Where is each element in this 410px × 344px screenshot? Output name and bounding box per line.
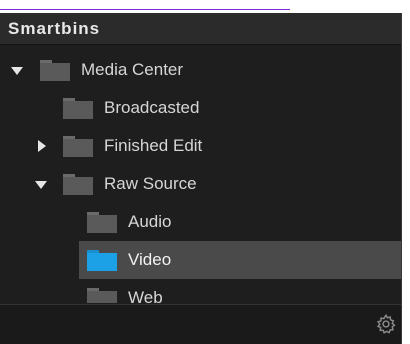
tree-item-broadcasted[interactable]: Broadcasted — [0, 89, 401, 127]
folder-icon — [87, 288, 117, 303]
panel-title: Smartbins — [8, 19, 101, 38]
tree-item-label: Finished Edit — [104, 136, 203, 155]
smartbins-panel: Smartbins Media Center Broadcasted Finis… — [0, 13, 402, 344]
tree-item-audio[interactable]: Audio — [0, 203, 401, 241]
tree-item-label: Raw Source — [104, 174, 197, 193]
gear-icon[interactable] — [375, 313, 397, 335]
tree-item-label: Video — [128, 250, 172, 269]
folder-icon — [63, 174, 93, 195]
folder-icon — [63, 98, 93, 119]
tree-item-label: Web — [128, 288, 163, 303]
folder-icon — [63, 136, 93, 157]
smartbins-tree: Media Center Broadcasted Finished Edit R… — [0, 51, 401, 303]
tree-item-label: Audio — [128, 212, 172, 231]
tree-item-video[interactable]: Video — [0, 241, 401, 279]
collapse-arrow-icon[interactable] — [38, 140, 46, 152]
folder-icon — [87, 250, 117, 271]
top-accent-rule — [0, 9, 290, 10]
folder-icon — [40, 60, 70, 81]
tree-item-label: Media Center — [81, 60, 184, 79]
tree-item-media-center[interactable]: Media Center — [0, 51, 401, 89]
expand-arrow-icon[interactable] — [11, 67, 23, 75]
screenshot-frame: Smartbins Media Center Broadcasted Finis… — [0, 0, 410, 344]
tree-item-web[interactable]: Web — [0, 279, 401, 303]
panel-header: Smartbins — [0, 13, 401, 45]
top-page-edge — [0, 0, 410, 10]
tree-item-finished-edit[interactable]: Finished Edit — [0, 127, 401, 165]
panel-footer — [0, 304, 401, 344]
tree-item-raw-source[interactable]: Raw Source — [0, 165, 401, 203]
expand-arrow-icon[interactable] — [35, 181, 47, 189]
folder-icon — [87, 212, 117, 233]
tree-item-label: Broadcasted — [104, 98, 200, 117]
